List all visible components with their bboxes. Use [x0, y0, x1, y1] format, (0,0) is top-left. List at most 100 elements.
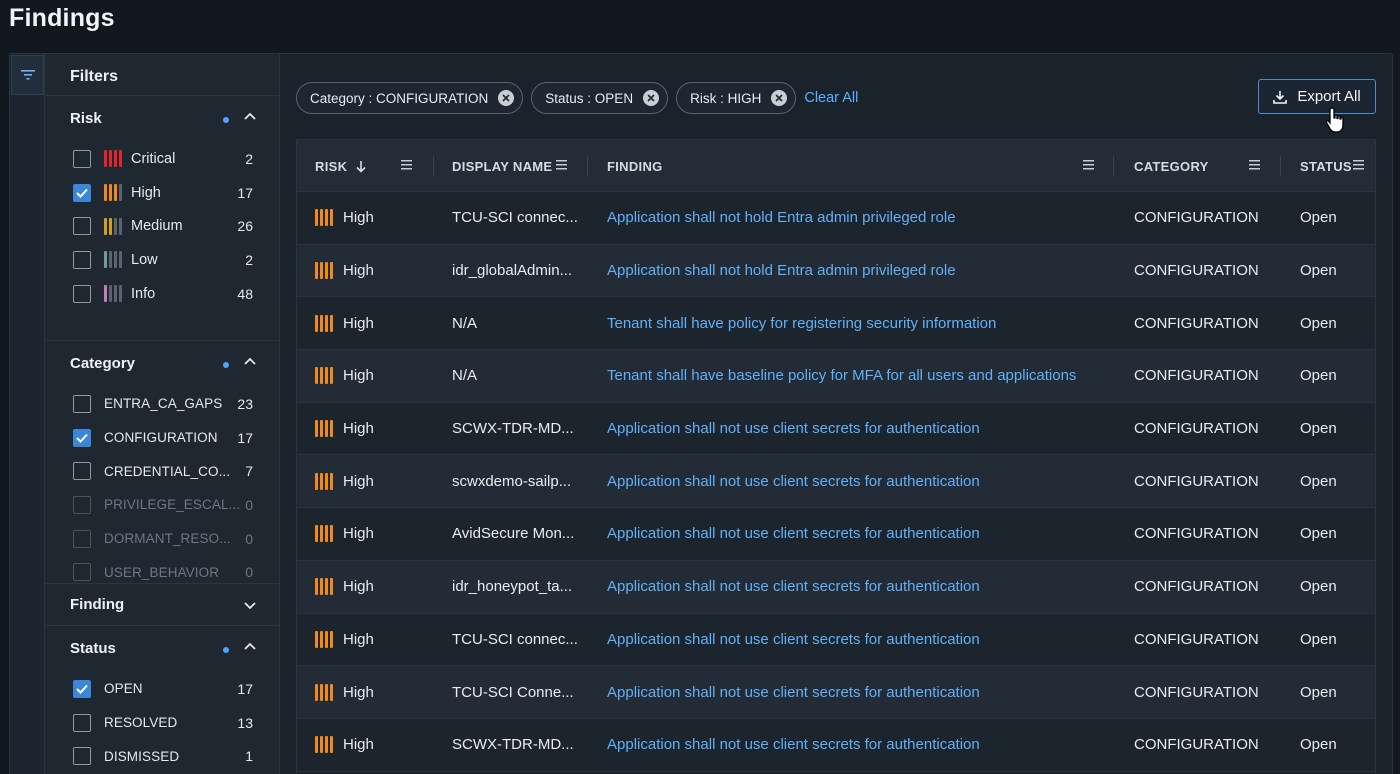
- checkbox[interactable]: [73, 747, 91, 766]
- risk-option-high[interactable]: High 17: [45, 176, 279, 210]
- checkbox[interactable]: [73, 462, 91, 481]
- risk-cell: High: [315, 350, 374, 402]
- filter-chip[interactable]: Status : OPEN: [531, 82, 669, 114]
- risk-label: High: [343, 209, 374, 227]
- status-column-header[interactable]: STATUS: [1300, 140, 1352, 192]
- table-row[interactable]: High TCU-SCI Conne... Application shall no…: [297, 666, 1375, 719]
- finding-link[interactable]: Application shall not use client secrets…: [607, 561, 980, 613]
- display-name-cell: scwxdemo-sailp...: [452, 472, 572, 490]
- chevron-up-icon[interactable]: [243, 110, 257, 124]
- table-row[interactable]: High AvidSecure Mon... Application shall n…: [297, 508, 1375, 561]
- main-content: Category : CONFIGURATION Status : OPEN Ris…: [280, 54, 1392, 774]
- category-option[interactable]: CONFIGURATION 17: [45, 421, 279, 455]
- clear-all-link[interactable]: Clear All: [804, 90, 858, 106]
- chevron-up-icon[interactable]: [243, 640, 257, 654]
- checkbox[interactable]: [73, 149, 91, 168]
- table-row[interactable]: High SCWX-TDR-MD... Application shall not …: [297, 402, 1375, 456]
- finding-link[interactable]: Application shall not hold Entra admin p…: [607, 192, 956, 244]
- finding-link[interactable]: Application shall not use client secrets…: [607, 455, 980, 507]
- remove-filter-button[interactable]: [643, 90, 660, 106]
- checkbox[interactable]: [73, 679, 91, 698]
- column-menu-icon[interactable]: [1083, 160, 1094, 170]
- category-filter-header[interactable]: Category: [45, 341, 279, 385]
- option-count: 17: [237, 429, 253, 446]
- option-count: 17: [237, 680, 253, 697]
- status-filter-label: Status: [70, 640, 116, 657]
- column-menu-icon[interactable]: [556, 160, 567, 170]
- checkbox[interactable]: [73, 217, 91, 236]
- active-filter-dot: [223, 117, 229, 123]
- filter-chip[interactable]: Category : CONFIGURATION: [296, 82, 524, 114]
- risk-level-icon: [104, 150, 122, 168]
- checkbox[interactable]: [73, 394, 91, 413]
- table-row[interactable]: High idr_globalAdmin... Application shall …: [297, 244, 1375, 298]
- column-menu-icon[interactable]: [1249, 160, 1260, 170]
- finding-column-header[interactable]: FINDING: [607, 140, 663, 192]
- remove-filter-button[interactable]: [771, 90, 788, 106]
- status-filter-header[interactable]: Status: [45, 626, 279, 670]
- remove-filter-button[interactable]: [498, 90, 515, 106]
- display-name-cell: SCWX-TDR-MD...: [452, 420, 574, 438]
- category-option[interactable]: ENTRA_CA_GAPS 23: [45, 387, 279, 421]
- risk-column-header[interactable]: RISK: [315, 140, 367, 192]
- risk-option-info[interactable]: Info 48: [45, 277, 279, 311]
- finding-link[interactable]: Application shall not use client secrets…: [607, 508, 980, 560]
- column-menu-icon[interactable]: [1353, 160, 1364, 170]
- risk-bar: [330, 209, 333, 227]
- checkbox[interactable]: [73, 529, 91, 548]
- category-column-header[interactable]: CATEGORY: [1134, 140, 1209, 192]
- table-row[interactable]: High idr_honeypot_ta... Application shall …: [297, 560, 1375, 614]
- status-option-dismissed[interactable]: DISMISSED 1: [45, 739, 279, 773]
- column-divider[interactable]: [433, 156, 434, 176]
- risk-option-medium[interactable]: Medium 26: [45, 209, 279, 243]
- category-option[interactable]: CREDENTIAL_CO... 7: [45, 454, 279, 488]
- filter-toggle-button[interactable]: [11, 55, 44, 95]
- table-row[interactable]: High SCWX-TDR-MD... Application shall not …: [297, 718, 1375, 772]
- column-divider[interactable]: [1280, 156, 1281, 176]
- column-divider[interactable]: [1113, 156, 1114, 176]
- checkbox[interactable]: [73, 563, 91, 582]
- checkbox[interactable]: [73, 284, 91, 303]
- column-divider[interactable]: [587, 156, 588, 176]
- display-name-column-header[interactable]: DISPLAY NAME: [452, 140, 552, 192]
- finding-link[interactable]: Tenant shall have policy for registering…: [607, 297, 996, 349]
- risk-option-critical[interactable]: Critical 2: [45, 142, 279, 176]
- risk-bar: [330, 367, 333, 385]
- risk-bar: [325, 209, 328, 227]
- checkbox[interactable]: [73, 495, 91, 514]
- risk-option-low[interactable]: Low 2: [45, 243, 279, 277]
- finding-link[interactable]: Application shall not use client secrets…: [607, 719, 980, 771]
- table-row[interactable]: High scwxdemo-sailp... Application shall n…: [297, 455, 1375, 509]
- checkbox[interactable]: [73, 250, 91, 269]
- filter-chip[interactable]: Risk : HIGH: [676, 82, 797, 114]
- table-row[interactable]: High TCU-SCI connec... Application shall n…: [297, 192, 1375, 245]
- table-row[interactable]: High N/A Tenant shall have policy for regi…: [297, 297, 1375, 351]
- export-all-label: Export All: [1297, 88, 1361, 105]
- finding-link[interactable]: Application shall not use client secrets…: [607, 614, 980, 666]
- checkbox[interactable]: [73, 428, 91, 447]
- sort-desc-icon[interactable]: [355, 160, 367, 173]
- chevron-up-icon[interactable]: [243, 355, 257, 369]
- chevron-down-icon[interactable]: [243, 598, 257, 612]
- finding-filter-header[interactable]: Finding: [45, 584, 279, 628]
- checkbox[interactable]: [73, 713, 91, 732]
- finding-link[interactable]: Application shall not hold Entra admin p…: [607, 245, 956, 297]
- column-menu-icon[interactable]: [401, 160, 412, 170]
- risk-bar: [330, 578, 333, 596]
- risk-label: High: [343, 472, 374, 490]
- risk-label: High: [343, 525, 374, 543]
- finding-link[interactable]: Tenant shall have baseline policy for MF…: [607, 350, 1076, 402]
- status-option-resolved[interactable]: RESOLVED 13: [45, 706, 279, 740]
- risk-cell: High: [315, 192, 374, 244]
- category-cell: CONFIGURATION: [1134, 262, 1259, 280]
- status-option-open[interactable]: OPEN 17: [45, 672, 279, 706]
- risk-filter-header[interactable]: Risk: [45, 96, 279, 140]
- finding-link[interactable]: Application shall not use client secrets…: [607, 403, 980, 455]
- table-row[interactable]: High TCU-SCI connec... Application shall n…: [297, 613, 1375, 667]
- category-option[interactable]: DORMANT_RESO... 0: [45, 522, 279, 556]
- table-row[interactable]: High N/A Tenant shall have baseline policy…: [297, 350, 1375, 403]
- finding-link[interactable]: Application shall not use client secrets…: [607, 666, 980, 718]
- export-all-button[interactable]: Export All: [1258, 79, 1376, 114]
- checkbox[interactable]: [73, 183, 91, 202]
- category-option[interactable]: PRIVILEGE_ESCAL... 0: [45, 488, 279, 522]
